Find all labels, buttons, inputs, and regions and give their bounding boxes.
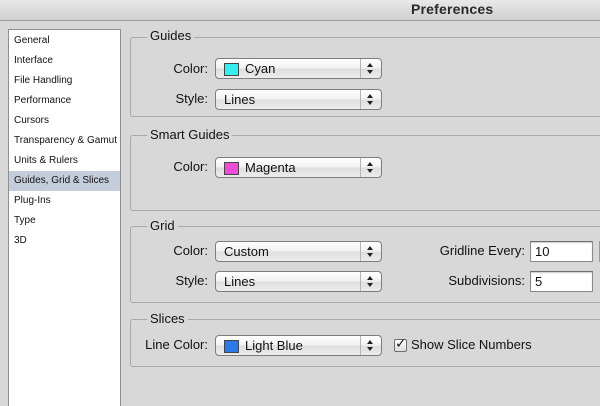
sidebar-item-general[interactable]: General [9, 31, 120, 51]
select-arrows-icon [360, 59, 381, 78]
select-arrows-icon [360, 158, 381, 177]
checkmark-icon: ✓ [395, 335, 407, 351]
window-title: Preferences [411, 1, 494, 17]
gridline-every-label: Gridline Every: [439, 243, 525, 258]
title-bar[interactable]: Preferences [0, 0, 600, 21]
guides-color-select[interactable]: Cyan [215, 58, 382, 79]
grid-color-value: Custom [224, 244, 269, 259]
grid-color-label: Color: [173, 243, 208, 258]
guides-style-value: Lines [224, 92, 256, 107]
sidebar-item-file-handling[interactable]: File Handling [9, 71, 120, 91]
guides-color-value: Cyan [245, 61, 276, 76]
guides-style-label: Style: [175, 91, 208, 106]
guides-color-label: Color: [173, 61, 208, 76]
show-slice-numbers-checkbox[interactable]: ✓ [394, 335, 407, 352]
smart-guides-color-value: Magenta [245, 160, 296, 175]
cyan-swatch [224, 63, 239, 76]
sidebar-item-transparency-gamut[interactable]: Transparency & Gamut [9, 131, 120, 151]
select-arrows-icon [360, 336, 381, 355]
slices-title: Slices [147, 311, 188, 326]
sidebar-item-3d[interactable]: 3D [9, 231, 120, 251]
grid-color-select[interactable]: Custom [215, 241, 382, 262]
select-arrows-icon [360, 272, 381, 291]
sidebar-item-performance[interactable]: Performance [9, 91, 120, 111]
slices-line-color-select[interactable]: Light Blue [215, 335, 382, 356]
magenta-swatch [224, 162, 239, 175]
subdivisions-input[interactable]: 5 [530, 271, 593, 292]
subdivisions-label: Subdivisions: [448, 273, 525, 288]
guides-title: Guides [147, 28, 195, 43]
show-slice-numbers-label[interactable]: Show Slice Numbers [411, 337, 532, 352]
grid-title: Grid [147, 218, 178, 233]
slices-line-color-value: Light Blue [245, 338, 303, 353]
smart-guides-title: Smart Guides [147, 127, 233, 142]
smart-guides-color-label: Color: [173, 159, 208, 174]
preferences-window: Preferences General Interface File Handl… [0, 0, 600, 406]
sidebar-item-units-rulers[interactable]: Units & Rulers [9, 151, 120, 171]
preferences-sidebar: General Interface File Handling Performa… [8, 29, 121, 406]
select-arrows-icon [360, 242, 381, 261]
grid-style-label: Style: [175, 273, 208, 288]
grid-style-value: Lines [224, 274, 256, 289]
grid-style-select[interactable]: Lines [215, 271, 382, 292]
guides-style-select[interactable]: Lines [215, 89, 382, 110]
light-blue-swatch [224, 340, 239, 353]
smart-guides-color-select[interactable]: Magenta [215, 157, 382, 178]
sidebar-item-interface[interactable]: Interface [9, 51, 120, 71]
slices-line-color-label: Line Color: [145, 337, 208, 352]
sidebar-item-type[interactable]: Type [9, 211, 120, 231]
select-arrows-icon [360, 90, 381, 109]
sidebar-item-plug-ins[interactable]: Plug-Ins [9, 191, 120, 211]
sidebar-item-guides-grid-slices[interactable]: Guides, Grid & Slices [9, 171, 120, 191]
gridline-every-input[interactable]: 10 [530, 241, 593, 262]
sidebar-item-cursors[interactable]: Cursors [9, 111, 120, 131]
